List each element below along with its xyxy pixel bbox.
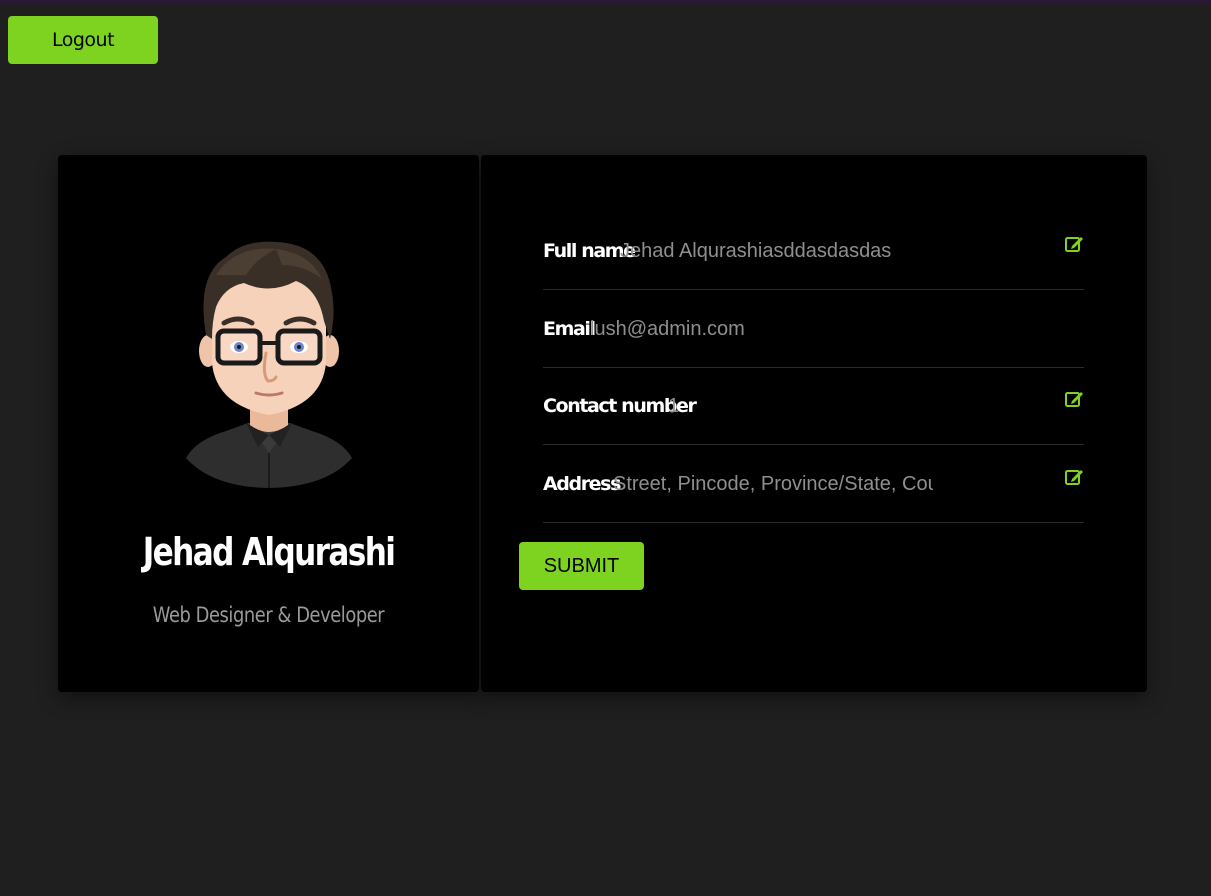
logout-button[interactable]: Logout [8,16,158,64]
address-label: Address [543,472,621,495]
email-label: Email [543,317,596,340]
email-row: Email [543,290,1084,368]
address-row: Address [543,445,1084,523]
edit-icon[interactable] [1064,389,1084,409]
profile-role: Web Designer & Developer [152,603,385,627]
profile-form-card: Full name Email Contact number Address S… [481,155,1147,692]
top-strip [0,0,1211,3]
profile-card: Jehad Alqurashi Web Designer & Developer [58,155,479,692]
submit-button[interactable]: SUBMIT [519,542,644,590]
contact-number-input[interactable] [668,391,918,421]
full-name-input[interactable] [620,236,940,266]
address-input[interactable] [613,469,933,499]
full-name-row: Full name [543,212,1084,290]
contact-number-row: Contact number [543,367,1084,445]
avatar [186,241,352,488]
email-input[interactable] [590,314,910,344]
edit-icon[interactable] [1064,467,1084,487]
edit-icon[interactable] [1064,234,1084,254]
profile-name: Jehad Alqurashi [142,530,396,574]
